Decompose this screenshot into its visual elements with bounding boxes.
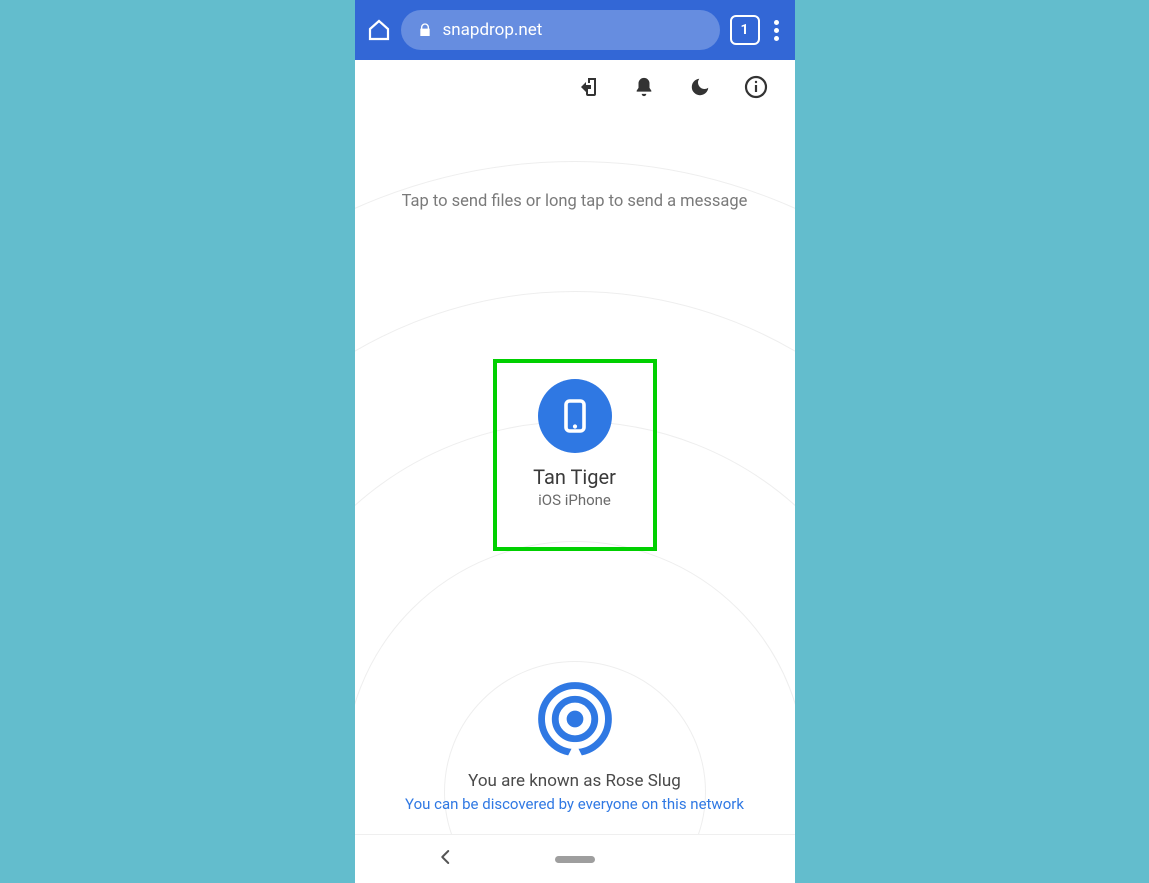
phone-icon [557,398,593,434]
address-bar[interactable]: snapdrop.net [401,10,720,50]
app-header [355,60,795,114]
home-icon[interactable] [367,18,391,42]
main-content: Tap to send files or long tap to send a … [355,114,795,883]
moon-icon[interactable] [687,74,713,100]
info-icon[interactable] [743,74,769,100]
system-nav-bar [355,834,795,883]
tabs-count: 1 [740,22,748,38]
phone-screen: snapdrop.net 1 [355,0,795,883]
self-identity: You are known as Rose Slug You can be di… [355,681,795,813]
tabs-button[interactable]: 1 [730,15,760,45]
instruction-text: Tap to send files or long tap to send a … [355,192,795,211]
url-text: snapdrop.net [443,20,543,40]
browser-top-bar: snapdrop.net 1 [355,0,795,60]
self-name-prefix: You are known as [468,771,605,791]
self-name-value: Rose Slug [606,771,681,791]
self-display-name: You are known as Rose Slug [468,771,681,791]
peer-highlighted[interactable]: Tan Tiger iOS iPhone [493,359,657,551]
back-icon[interactable] [437,848,455,870]
peer-avatar [538,379,612,453]
peer-name: Tan Tiger [533,465,616,489]
self-network-text[interactable]: You can be discovered by everyone on thi… [405,795,744,813]
snapdrop-logo-icon [537,681,613,757]
install-icon[interactable] [575,74,601,100]
lock-icon [417,22,433,38]
gesture-pill[interactable] [555,856,595,863]
browser-menu-button[interactable] [770,20,783,41]
peer-device-type: iOS iPhone [538,491,611,509]
bell-icon[interactable] [631,74,657,100]
